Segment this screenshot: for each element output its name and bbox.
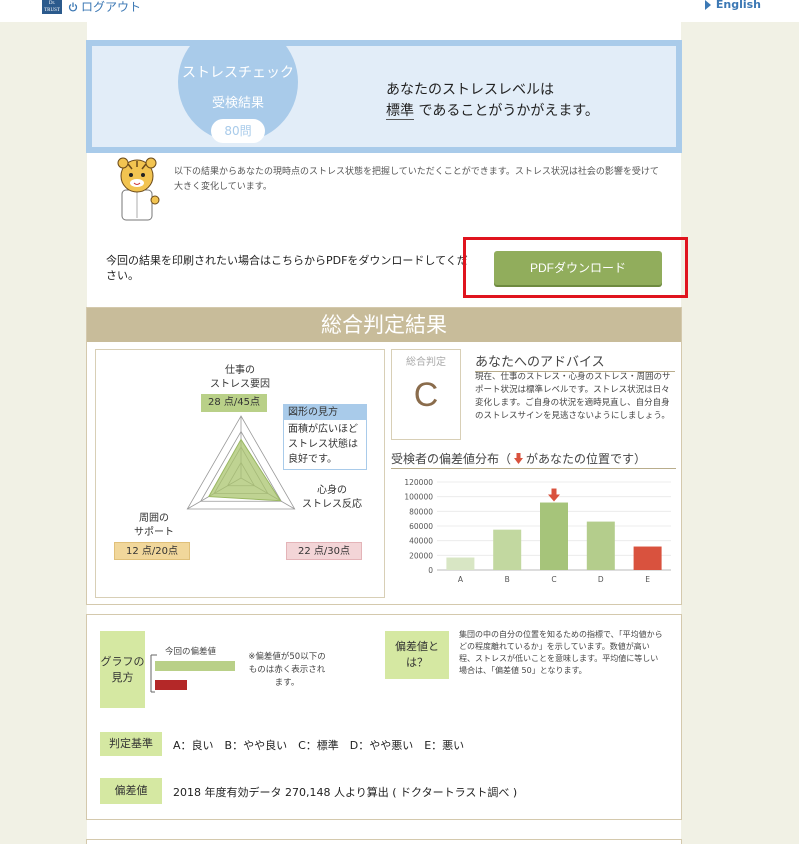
language-label: English <box>715 0 761 11</box>
message-line-1: あなたのストレスレベルは <box>386 82 554 98</box>
deviation-note: ※偏差値が50以下のものは赤く表示されます。 <box>248 652 326 688</box>
result-circle: ストレスチェック 受検結果 80問 <box>178 46 298 143</box>
radar-chart-panel: 仕事の ストレス要因 28 点/45点 心身の ストレス反応 22 点/30点 … <box>95 349 385 598</box>
summary-title: 総合判定結果 <box>87 308 681 342</box>
marker-stem <box>551 488 557 495</box>
summary-section: 総合判定結果 仕事の ストレス要因 28 点/45点 心身の ストレス反応 22… <box>86 307 682 605</box>
power-icon <box>68 2 78 12</box>
how-to-read-section: グラフの 見方 今回の偏差値 ※偏差値が50以下のものは赤く表示されます。 偏差… <box>86 614 682 820</box>
logout-label: ログアウト <box>81 0 142 14</box>
grade-value: C <box>413 376 439 414</box>
x-tick-label-B: B <box>505 575 510 584</box>
next-section <box>86 839 682 844</box>
legend-text: 面積が広いほどストレス状態は良好です。 <box>288 424 358 465</box>
distribution-title-prefix: 受検者の偏差値分布（ <box>391 452 512 466</box>
intro-text: 以下の結果からあなたの現時点のストレス状態を把握していただくことができます。スト… <box>174 167 659 192</box>
pdf-description: 今回の結果を印刷されたい場合はこちらからPDFをダウンロードしてください。 <box>106 254 468 282</box>
distribution-title: 受検者の偏差値分布（ があなたの位置です） <box>391 450 676 469</box>
stress-level-value: 標準 <box>386 103 414 120</box>
message-line-2-text: であることがうかがえます。 <box>418 103 599 119</box>
radar-label-mind-body: 心身の ストレス反応 <box>302 485 362 510</box>
tiger-doctor-mascot <box>117 157 160 221</box>
criteria-tag: 判定基準 <box>100 732 162 756</box>
radar-label-support: 周囲の サポート <box>134 513 174 538</box>
y-tick-label-6: 120000 <box>404 478 433 487</box>
legend-title: 図形の見方 <box>284 405 366 420</box>
y-tick-label-4: 80000 <box>409 507 433 516</box>
hensachi-tag: 偏差値 <box>100 778 162 804</box>
work-stress-score: 28 点/45点 <box>201 394 267 412</box>
logout-link[interactable]: ログアウト <box>68 0 141 15</box>
deviation-tag: 偏差値とは？ <box>385 631 449 679</box>
question-count-badge: 80問 <box>211 119 265 143</box>
bar-D <box>586 521 615 570</box>
y-tick-label-3: 60000 <box>409 522 433 531</box>
mind-body-score: 22 点/30点 <box>286 542 362 560</box>
advice-title: あなたへのアドバイス <box>475 351 675 372</box>
message-line-2: 標準 であることがうかがえます。 <box>386 101 599 122</box>
language-link[interactable]: English <box>704 0 761 11</box>
radar-score-area <box>207 438 282 502</box>
stress-level-message: あなたのストレスレベルは 標準 であることがうかがえます。 <box>386 80 599 122</box>
marker-head <box>548 494 560 502</box>
pdf-download-button[interactable]: PDFダウンロード <box>494 251 662 285</box>
advice-text: 現在、仕事のストレス・心身のストレス・周囲のサポート状況は標準レベルです。ストレ… <box>475 372 671 421</box>
stress-check-title: ストレスチェック <box>182 65 294 81</box>
bar-C <box>540 502 568 570</box>
hensachi-text: 2018 年度有効データ 270,148 人より算出 ( ドクタートラスト調べ … <box>173 786 518 799</box>
support-score: 12 点/20点 <box>114 542 190 560</box>
y-tick-label-0: 0 <box>428 566 433 575</box>
radar-label-work-stress: 仕事の ストレス要因 <box>210 365 270 390</box>
x-tick-label-E: E <box>645 575 650 584</box>
bar-B <box>493 529 522 570</box>
y-tick-label-1: 20000 <box>409 551 433 560</box>
result-banner: ストレスチェック 受検結果 80問 あなたのストレスレベルは 標準 であることが… <box>86 40 682 153</box>
criteria-text: A：良い B：やや良い C：標準 D：やや悪い E：悪い <box>173 739 465 752</box>
shape-legend: 図形の見方 面積が広いほどストレス状態は良好です。 <box>283 404 367 470</box>
graph-guide-tag: グラフの 見方 <box>100 631 145 708</box>
y-tick-label-5: 100000 <box>404 493 433 502</box>
x-tick-label-A: A <box>458 575 464 584</box>
x-tick-label-D: D <box>598 575 604 584</box>
down-arrow-icon <box>514 453 524 464</box>
bar-A <box>446 557 475 570</box>
your-position-marker <box>548 488 560 502</box>
bar-E <box>633 546 662 570</box>
deviation-explanation: 集団の中の自分の位置を知るための指標で、「平均値からどの程度離れているか」を示し… <box>459 630 663 675</box>
distribution-bar-chart: 0 20000 40000 60000 80000 100000 120000 A B C D E <box>404 478 671 584</box>
x-tick-label-C: C <box>551 575 556 584</box>
result-subtitle: 受検結果 <box>211 96 264 111</box>
current-deviation-label: 今回の偏差値 <box>165 647 217 657</box>
dr-trust-logo[interactable]: Dr. TRUST <box>42 0 62 14</box>
overall-grade-box: 総合判定 C <box>391 349 461 440</box>
y-tick-label-2: 40000 <box>409 537 433 546</box>
grade-label: 総合判定 <box>406 357 446 368</box>
triangle-right-icon <box>704 0 711 10</box>
top-bar: Dr. TRUST ログアウト English <box>0 0 799 22</box>
distribution-title-suffix: があなたの位置です） <box>526 452 647 466</box>
